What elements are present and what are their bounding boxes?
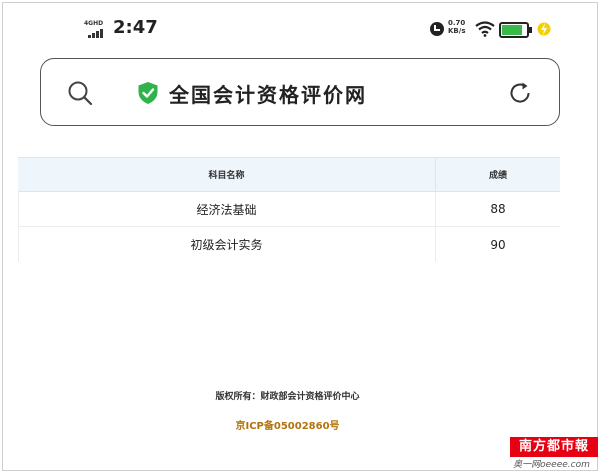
battery-icon (499, 22, 529, 38)
charging-icon (537, 22, 551, 36)
score-cell: 88 (490, 202, 506, 216)
clock: 2:47 (113, 17, 158, 38)
address-bar[interactable]: 全国会计资格评价网 (40, 58, 560, 126)
subject-cell: 初级会计实务 (18, 227, 436, 262)
alarm-icon (430, 22, 444, 36)
subject-cell: 经济法基础 (18, 192, 436, 226)
watermark-logo: 南方都市報 (510, 437, 598, 457)
table-row: 初级会计实务 90 (18, 227, 560, 262)
watermark-subtitle: 奥一网oeeee.com (513, 460, 590, 470)
battery-level (502, 25, 522, 35)
site-title[interactable]: 全国会计资格评价网 (169, 79, 367, 108)
speed-value: 0.70 (448, 19, 466, 27)
header-subject: 科目名称 (18, 158, 436, 191)
battery-tip (529, 27, 532, 33)
refresh-icon[interactable] (507, 80, 533, 106)
score-cell: 90 (490, 237, 506, 252)
status-bar: 4GHD 2:47 0.70 KB/s (0, 0, 600, 52)
copyright-text: 版权所有：财政部会计资格评价中心 (215, 392, 360, 402)
table-row: 经济法基础 88 (18, 192, 560, 227)
search-icon[interactable] (67, 80, 93, 106)
table-border (18, 192, 19, 262)
wifi-icon (475, 21, 495, 37)
table-header: 科目名称 成绩 (18, 157, 560, 192)
shield-icon (138, 82, 158, 104)
results-table: 科目名称 成绩 经济法基础 88 初级会计实务 90 (18, 157, 560, 262)
header-score: 成绩 (488, 171, 507, 181)
signal-bars-icon (88, 29, 103, 38)
network-type: 4GHD (84, 20, 104, 27)
icp-license-link[interactable]: 京ICP备05002860号 (0, 417, 575, 432)
speed-unit: KB/s (448, 27, 466, 35)
cellular-signal: 4GHD (84, 20, 110, 38)
network-speed: 0.70 KB/s (448, 19, 470, 37)
